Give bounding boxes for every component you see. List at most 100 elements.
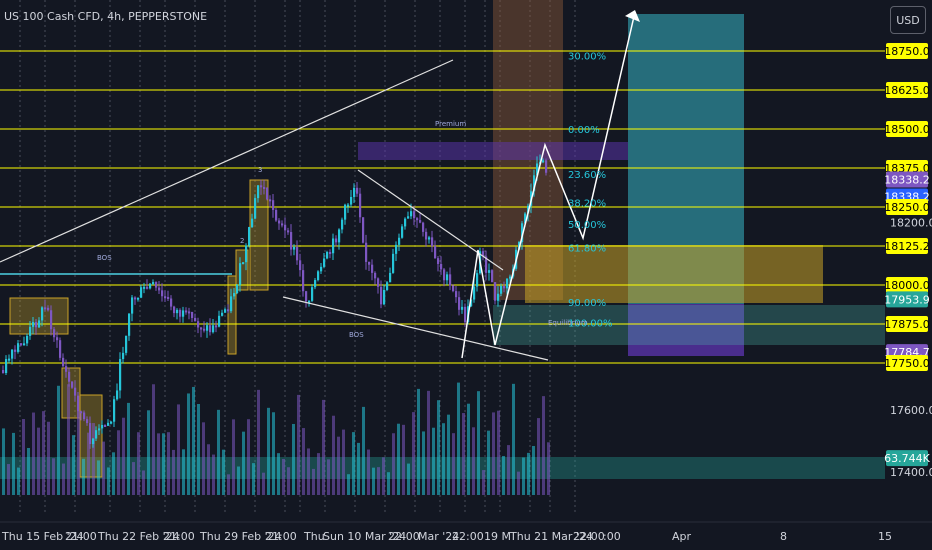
candle [179,309,182,317]
candle [254,198,257,219]
candle [173,306,176,314]
candle [218,315,221,327]
time-axis-label: 22:00 [573,530,605,543]
candle [158,287,161,291]
candle [323,258,326,267]
candlestick-chart[interactable]: 61.80%30.00%0.00%23.60%38.20%50.00%61.80… [0,0,932,550]
volume-bar [337,436,340,495]
volume-bar [367,449,370,495]
candle [11,349,14,359]
volume-bar [462,413,465,495]
candle [251,218,254,228]
volume-bar [352,432,355,495]
candle [353,187,356,197]
candle [32,322,35,327]
candle [320,266,323,272]
price-tag-text: 18250.0 [884,201,930,214]
candle [437,258,440,264]
fib-label: 38.20% [568,198,606,209]
volume-bar [482,470,485,495]
volume-bar [417,388,420,495]
candle [476,273,479,287]
candle [149,283,152,289]
time-axis-label: :00 [603,530,621,543]
volume-bar [237,466,240,495]
candle [101,425,104,429]
candle [164,296,167,299]
candle [41,307,44,321]
candle [494,282,497,301]
candle [455,291,458,298]
candle [491,270,494,283]
price-tag: 18500.0 [884,121,930,137]
candle [383,289,386,305]
volume-bar [32,412,35,495]
volume-bar [437,400,440,495]
candle [44,307,47,310]
candle [275,209,278,221]
price-tag: 18338.2 [884,171,930,188]
volume-bar [207,444,210,495]
candle [8,358,11,361]
volume-bar [242,431,245,495]
candle [335,238,338,243]
price-axis-label: 18200.0 [890,217,932,230]
volume-bar [107,467,110,495]
price-tag: 17953.9 [884,291,930,308]
volume-bar [52,458,55,495]
candle [371,264,374,273]
volume-bar [542,396,545,495]
volume-bar [222,449,225,495]
chart-area[interactable]: 61.80%30.00%0.00%23.60%38.20%50.00%61.80… [0,0,932,550]
candle [488,270,491,273]
candle [509,276,512,279]
price-tag: 18625.0 [884,82,930,98]
volume-bar [2,428,5,495]
volume-bar [202,422,205,495]
candle [59,340,62,358]
time-axis-label: 22:00 [388,530,420,543]
candle [191,312,194,318]
candle [110,421,113,424]
candle [419,220,422,223]
volume-bar [72,435,75,495]
symbol-title: US 100 Cash CFD, 4h, PEPPERSTONE [4,10,208,23]
volume-bar [227,474,230,495]
candle [401,226,404,238]
candle [224,309,227,313]
candle [311,287,314,301]
currency-button[interactable]: USD [890,6,926,34]
candle [194,317,197,322]
volume-bar [142,470,145,495]
volume-bar [492,412,495,495]
candle [380,286,383,305]
candle [80,411,83,414]
candle [89,423,92,445]
price-tag-text: 18125.2 [884,240,930,253]
volume-bar [147,410,150,495]
volume-bar [442,423,445,495]
volume-bar [342,429,345,495]
candle [386,282,389,290]
annotation: Premium [435,120,466,128]
volume-bar [347,474,350,495]
volume-bar [232,419,235,495]
order-block-small [9,297,69,335]
volume-bar [457,382,460,495]
candle [542,160,545,163]
candle [119,359,122,391]
candle [125,335,128,353]
fib-label: 23.60% [568,170,606,181]
candle [389,272,392,283]
candle [290,232,293,250]
candle [212,325,215,333]
time-axis-label: 8 [780,530,787,543]
candle [233,293,236,297]
candle [137,297,140,300]
order-block-small [227,275,237,355]
volume-bar [412,412,415,495]
volume-bar [382,457,385,495]
volume-bar [117,430,120,495]
candle [128,313,131,336]
candle [155,282,158,288]
